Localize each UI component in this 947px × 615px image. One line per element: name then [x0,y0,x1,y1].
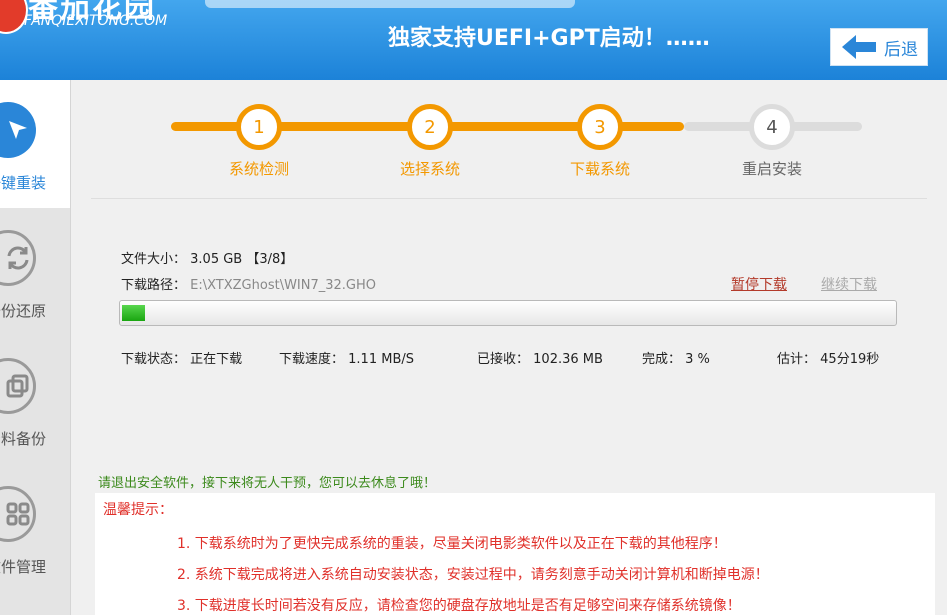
resume-download-link[interactable]: 继续下载 [821,274,877,294]
step-3-circle: 3 [577,104,623,150]
sidebar-item-label: 一键重装 [0,174,47,192]
complete-value: 3 % [685,352,710,367]
status-value: 正在下载 [190,352,243,367]
slogan: 独家支持UEFI+GPT启动！…… [388,26,710,51]
sidebar-item-software[interactable]: 软件管理 [0,464,70,592]
app-header: 番茄花园 FANQIEXITONG.COM 独家支持UEFI+GPT启动！…… … [0,0,947,80]
received-amount: 已接收： 102.36 MB [477,348,603,367]
exit-security-notice: 请退出安全软件，接下来将无人干预，您可以去休息了哦！ [98,476,437,491]
step-2-label: 选择系统 [399,160,460,178]
tip-item: 3. 下载进度长时间若没有反应，请检查您的硬盘存放地址是否有足够空间来存储系统镜… [177,598,741,614]
logo-subtitle: FANQIEXITONG.COM [24,13,168,29]
step-4-circle: 4 [749,104,795,150]
divider [91,198,927,199]
sidebar-item-label: 备份还原 [0,302,47,320]
file-size-value: 3.05 GB 【3/8】 [190,252,294,267]
download-status: 下载状态： 正在下载 [121,348,242,367]
step-1-circle: 1 [236,104,282,150]
speed-value: 1.11 MB/S [348,352,415,367]
sidebar-item-label: 软件管理 [0,558,47,576]
main-panel: 1 2 3 4 系统检测 选择系统 下载系统 重启安装 文件大小： 3.05 G… [71,80,947,615]
download-path-row: 下载路径： E:\XTXZGhost\WIN7_32.GHO [121,274,376,293]
cursor-arrow-icon [0,102,36,158]
sidebar-item-backup-restore[interactable]: 备份还原 [0,208,70,336]
speed-label: 下载速度： [279,352,345,367]
sidebar-item-reinstall[interactable]: 一键重装 [0,80,70,208]
download-path-value: E:\XTXZGhost\WIN7_32.GHO [190,278,377,293]
complete-label: 完成： [642,352,682,367]
received-label: 已接收： [477,352,530,367]
estimate-value: 45分19秒 [820,352,880,367]
tips-title: 温馨提示： [103,502,173,518]
completion: 完成： 3 % [642,348,710,367]
download-path-label: 下载路径： [121,278,187,293]
sidebar-item-label: 资料备份 [0,430,47,448]
step-1-label: 系统检测 [228,160,289,178]
file-size-row: 文件大小： 3.05 GB 【3/8】 [121,248,293,267]
step-4-label: 重启安装 [741,160,802,178]
time-estimate: 估计： 45分19秒 [777,348,879,367]
download-progress-bar [119,300,897,326]
step-3-label: 下载系统 [569,160,630,178]
back-button-label: 后退 [884,39,918,60]
download-progress-fill [122,305,145,321]
tip-item: 1. 下载系统时为了更快完成系统的重装，尽量关闭电影类软件以及正在下载的其他程序… [177,536,727,552]
status-label: 下载状态： [121,352,187,367]
sidebar-item-data-backup[interactable]: 资料备份 [0,336,70,464]
download-speed: 下载速度： 1.11 MB/S [279,348,414,367]
copy-icon [0,358,36,414]
sidebar: 一键重装 备份还原 资料备份 软件管理 [0,80,71,615]
back-button[interactable]: 后退 [830,28,928,66]
file-size-label: 文件大小： [121,252,187,267]
step-2-circle: 2 [407,104,453,150]
tip-item: 2. 系统下载完成将进入系统自动安装状态，安装过程中，请务刻意手动关闭计算机和断… [177,567,769,583]
estimate-label: 估计： [777,352,817,367]
back-arrow-icon [842,35,876,59]
refresh-icon [0,230,36,286]
grid-icon [0,486,36,542]
received-value: 102.36 MB [533,352,603,367]
pause-download-link[interactable]: 暂停下载 [731,274,787,294]
header-banner-fragment [205,0,575,8]
tips-panel: 温馨提示： 1. 下载系统时为了更快完成系统的重装，尽量关闭电影类软件以及正在下… [95,493,935,615]
